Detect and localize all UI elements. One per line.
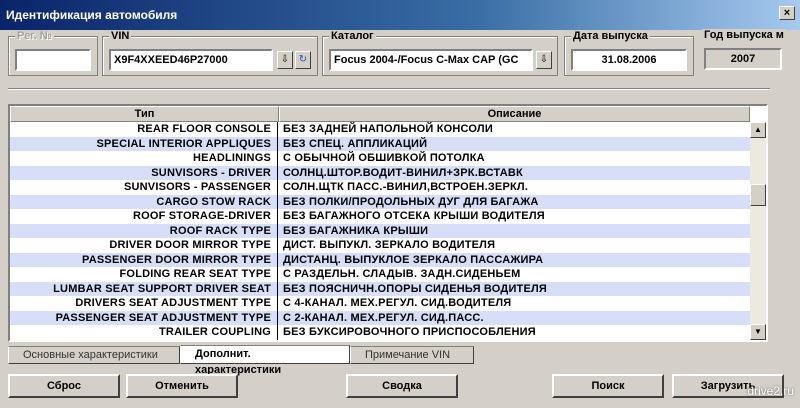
attributes-table: Тип Описание REAR FLOOR CONSOLE БЕЗ ЗАДНЕ… bbox=[8, 104, 768, 342]
summary-button[interactable]: Сводка bbox=[346, 374, 458, 398]
cell-type: HEADLININGS bbox=[10, 151, 278, 166]
cell-type: FOLDING REAR SEAT TYPE bbox=[10, 267, 278, 282]
scroll-down-icon[interactable]: ▼ bbox=[750, 324, 766, 340]
cell-description: СОЛН.ЩТК ПАСС.-ВИНИЛ,ВСТРОЕН.ЗЕРКЛ. bbox=[283, 181, 529, 193]
cell-description: БЕЗ БАГАЖНОГО ОТСЕКА КРЫШИ ВОДИТЕЛЯ bbox=[283, 210, 545, 222]
reg-number-group: Рег. № bbox=[8, 30, 98, 76]
cell-description: ДИСТ. ВЫПУКЛ. ЗЕРКАЛО ВОДИТЕЛЯ bbox=[283, 239, 496, 251]
tab-main-characteristics[interactable]: Основные характеристики bbox=[8, 346, 180, 364]
table-row[interactable]: PASSENGER SEAT ADJUSTMENT TYPE С 2-КАНАЛ.… bbox=[10, 310, 750, 325]
cell-type: SUNVISORS - PASSENGER bbox=[10, 180, 278, 195]
cell-description: БЕЗ СПЕЦ. АППЛИКАЦИЙ bbox=[283, 137, 428, 150]
table-row[interactable]: ROOF RACK TYPE БЕЗ БАГАЖНИКА КРЫШИ bbox=[10, 223, 750, 238]
vin-group: VIN X9F4XXEED46P27000 ⇩ ↻ bbox=[102, 30, 318, 76]
table-row[interactable]: HEADLININGS С ОБЫЧНОЙ ОБШИВКОЙ ПОТОЛКА bbox=[10, 151, 750, 166]
title-bar: Идентификация автомобиля × bbox=[0, 0, 800, 30]
model-year-group: Год выпуска м 2007 bbox=[698, 29, 794, 76]
cell-description: СОЛНЦ.ШТОР.ВОДИТ-ВИНИЛ+ЗРК.ВСТАВК bbox=[283, 166, 523, 179]
close-button[interactable]: × bbox=[779, 6, 795, 20]
table-row[interactable]: FOLDING REAR SEAT TYPE С РАЗДЕЛЬН. СЛАДЫВ… bbox=[10, 267, 750, 282]
release-date-group: Дата выпуска 31.08.2006 bbox=[564, 30, 694, 76]
cell-description: БЕЗ ПОЯСНИЧН.ОПОРЫ СИДЕНЬЯ ВОДИТЕЛЯ bbox=[283, 282, 548, 295]
table-body: REAR FLOOR CONSOLE БЕЗ ЗАДНЕЙ НАПОЛЬНОЙ К… bbox=[10, 122, 750, 340]
model-year-label: Год выпуска м bbox=[702, 29, 786, 41]
cell-type: DRIVERS SEAT ADJUSTMENT TYPE bbox=[10, 296, 278, 311]
cancel-button[interactable]: Отменить bbox=[126, 374, 238, 398]
release-date-input[interactable]: 31.08.2006 bbox=[571, 49, 687, 71]
reg-number-label: Рег. № bbox=[15, 30, 55, 42]
column-header-type[interactable]: Тип bbox=[10, 106, 279, 122]
table-header: Тип Описание bbox=[10, 106, 750, 122]
cell-description: ДИСТАНЦ. ВЫПУКЛОЕ ЗЕРКАЛО ПАССАЖИРА bbox=[283, 253, 544, 266]
cell-type: PASSENGER DOOR MIRROR TYPE bbox=[10, 252, 278, 267]
scroll-up-icon[interactable]: ▲ bbox=[750, 122, 766, 138]
release-date-label: Дата выпуска bbox=[571, 30, 650, 42]
tab-strip: Основные характеристики Дополнит. характ… bbox=[8, 345, 474, 376]
catalog-label: Каталог bbox=[329, 30, 376, 42]
tab-vin-note[interactable]: Примечание VIN bbox=[350, 346, 474, 364]
table-row[interactable]: CARGO STOW RACK БЕЗ ПОЛКИ/ПРОДОЛЬНЫХ ДУГ … bbox=[10, 194, 750, 209]
cell-type: SUNVISORS - DRIVER bbox=[10, 165, 278, 180]
cell-type: ROOF RACK TYPE bbox=[10, 223, 278, 238]
catalog-group: Каталог Focus 2004-/Focus C-Max CAP (GC … bbox=[322, 30, 558, 76]
table-row[interactable]: ROOF STORAGE-DRIVER БЕЗ БАГАЖНОГО ОТСЕКА … bbox=[10, 209, 750, 224]
cell-description: С ОБЫЧНОЙ ОБШИВКОЙ ПОТОЛКА bbox=[283, 152, 485, 164]
separator bbox=[8, 88, 770, 90]
tab-additional-characteristics[interactable]: Дополнит. характеристики bbox=[180, 345, 350, 376]
cell-type: CARGO STOW RACK bbox=[10, 194, 278, 209]
cell-description: С РАЗДЕЛЬН. СЛАДЫВ. ЗАДН.СИДЕНЬЕМ bbox=[283, 268, 521, 280]
search-button[interactable]: Поиск bbox=[552, 374, 664, 398]
vin-label: VIN bbox=[109, 30, 132, 42]
table-row[interactable]: REAR FLOOR CONSOLE БЕЗ ЗАДНЕЙ НАПОЛЬНОЙ К… bbox=[10, 122, 750, 137]
table-row[interactable]: LUMBAR SEAT SUPPORT DRIVER SEAT БЕЗ ПОЯСН… bbox=[10, 281, 750, 296]
table-row[interactable]: TRAILER COUPLING БЕЗ БУКСИРОВОЧНОГО ПРИСП… bbox=[10, 325, 750, 340]
cell-type: LUMBAR SEAT SUPPORT DRIVER SEAT bbox=[10, 281, 278, 296]
table-row[interactable]: SUNVISORS - PASSENGER СОЛН.ЩТК ПАСС.-ВИНИ… bbox=[10, 180, 750, 195]
cell-type: ROOF STORAGE-DRIVER bbox=[10, 209, 278, 224]
vin-dropdown-icon[interactable]: ⇩ bbox=[277, 51, 293, 69]
refresh-icon[interactable]: ↻ bbox=[295, 51, 311, 69]
watermark: drive2.ru bbox=[747, 384, 794, 398]
cell-type: TRAILER COUPLING bbox=[10, 325, 278, 340]
table-row[interactable]: PASSENGER DOOR MIRROR TYPE ДИСТАНЦ. ВЫПУК… bbox=[10, 252, 750, 267]
table-row[interactable]: DRIVERS SEAT ADJUSTMENT TYPE С 4-КАНАЛ. М… bbox=[10, 296, 750, 311]
table-row[interactable]: SPECIAL INTERIOR APPLIQUES БЕЗ СПЕЦ. АППЛ… bbox=[10, 136, 750, 151]
cell-description: БЕЗ БАГАЖНИКА КРЫШИ bbox=[283, 224, 429, 237]
cell-description: БЕЗ БУКСИРОВОЧНОГО ПРИСПОСОБЛЕНИЯ bbox=[283, 326, 536, 338]
vin-input[interactable]: X9F4XXEED46P27000 bbox=[109, 49, 273, 71]
cell-type: PASSENGER SEAT ADJUSTMENT TYPE bbox=[10, 310, 278, 325]
cell-description: С 4-КАНАЛ. МЕХ.РЕГУЛ. СИД.ВОДИТЕЛЯ bbox=[283, 297, 512, 309]
cell-description: БЕЗ ПОЛКИ/ПРОДОЛЬНЫХ ДУГ ДЛЯ БАГАЖА bbox=[283, 195, 539, 208]
cell-type: REAR FLOOR CONSOLE bbox=[10, 122, 278, 137]
reg-number-input[interactable] bbox=[15, 49, 91, 71]
scroll-thumb[interactable] bbox=[750, 184, 766, 206]
cell-type: SPECIAL INTERIOR APPLIQUES bbox=[10, 136, 278, 151]
cell-description: С 2-КАНАЛ. МЕХ.РЕГУЛ. СИД.ПАСС. bbox=[283, 311, 484, 324]
vertical-scrollbar[interactable]: ▲ ▼ bbox=[750, 122, 766, 340]
cell-type: DRIVER DOOR MIRROR TYPE bbox=[10, 238, 278, 253]
column-header-description[interactable]: Описание bbox=[279, 106, 750, 122]
cell-description: БЕЗ ЗАДНЕЙ НАПОЛЬНОЙ КОНСОЛИ bbox=[283, 123, 493, 135]
model-year-value: 2007 bbox=[704, 48, 782, 70]
reset-button[interactable]: Сброс bbox=[8, 374, 120, 398]
catalog-select[interactable]: Focus 2004-/Focus C-Max CAP (GC bbox=[329, 49, 533, 71]
table-row[interactable]: DRIVER DOOR MIRROR TYPE ДИСТ. ВЫПУКЛ. ЗЕР… bbox=[10, 238, 750, 253]
table-row[interactable]: SUNVISORS - DRIVER СОЛНЦ.ШТОР.ВОДИТ-ВИНИЛ… bbox=[10, 165, 750, 180]
window-title: Идентификация автомобиля bbox=[6, 8, 178, 22]
catalog-dropdown-icon[interactable]: ⇩ bbox=[536, 51, 552, 69]
